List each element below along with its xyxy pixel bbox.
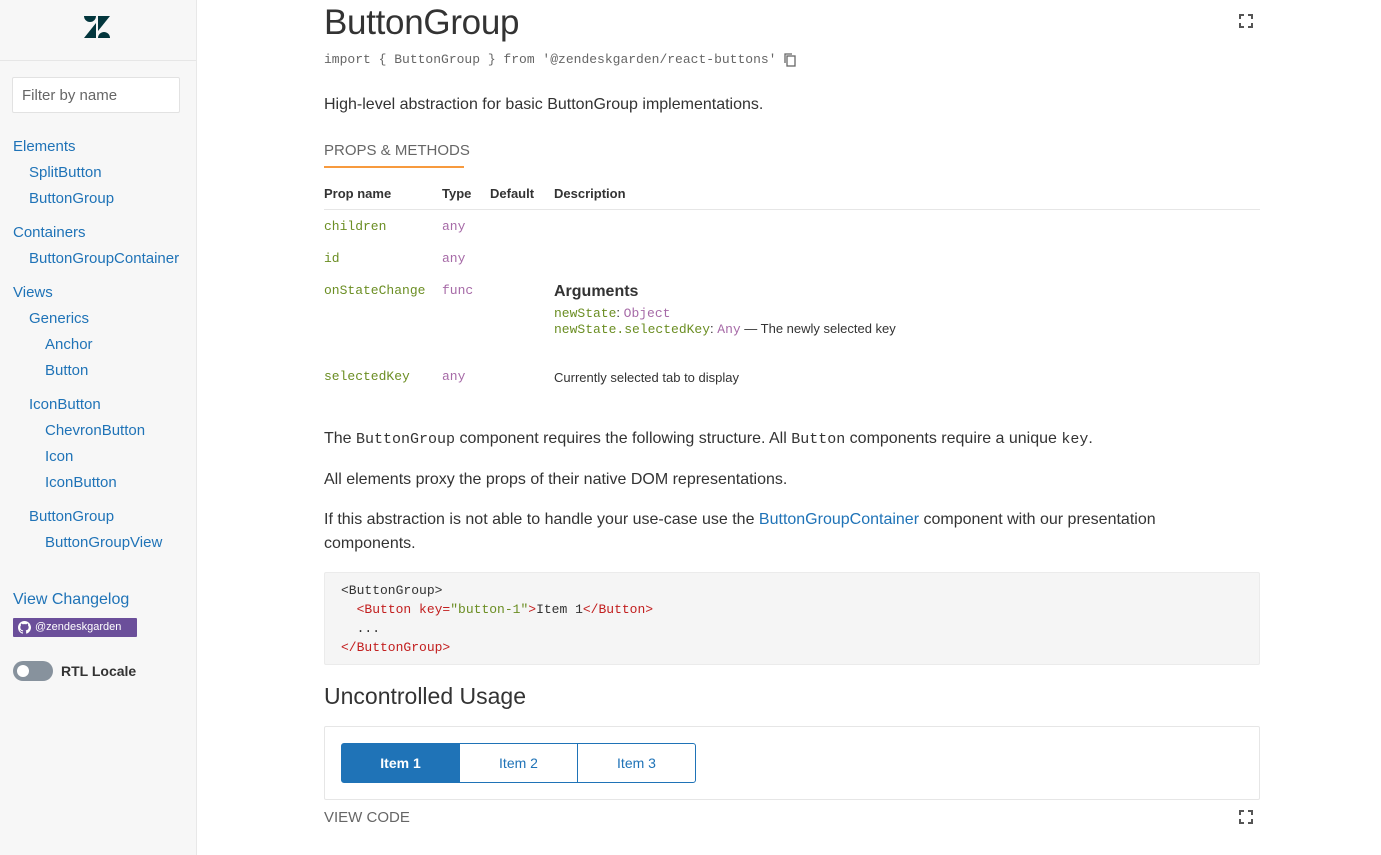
tab-active-indicator <box>324 166 464 168</box>
arg-description: — The newly selected key <box>740 321 896 336</box>
sidebar-item-buttongroupview[interactable]: ButtonGroupView <box>45 534 162 551</box>
abstraction-paragraph: If this abstraction is not able to handl… <box>324 511 1156 552</box>
proxy-paragraph: All elements proxy the props of their na… <box>324 471 788 488</box>
column-header-prop-name: Prop name <box>324 186 392 201</box>
prop-name-children: children <box>324 219 387 234</box>
argument-line: newState: Object <box>554 305 671 321</box>
toggle-knob <box>17 665 29 677</box>
main-content: ButtonGroup import { ButtonGroup } from … <box>197 0 1381 855</box>
section-title-uncontrolled-usage: Uncontrolled Usage <box>324 683 527 709</box>
structure-paragraph: The ButtonGroup component requires the f… <box>324 430 1093 448</box>
sidebar-item-containers[interactable]: Containers <box>13 224 86 241</box>
button-item-2[interactable]: Item 2 <box>459 743 578 783</box>
filter-input[interactable] <box>12 77 180 113</box>
sidebar-item-chevronbutton[interactable]: ChevronButton <box>45 422 145 439</box>
code-line: ... <box>356 621 381 636</box>
sidebar-item-views[interactable]: Views <box>13 284 53 301</box>
buttongroupcontainer-link[interactable]: ButtonGroupContainer <box>759 511 919 528</box>
sidebar-item-splitbutton[interactable]: SplitButton <box>29 164 102 181</box>
sidebar: Elements SplitButton ButtonGroup Contain… <box>0 0 197 855</box>
code-line: <ButtonGroup> <box>341 583 443 598</box>
prop-name-selectedkey: selectedKey <box>324 369 410 384</box>
zendesk-logo-icon[interactable] <box>84 16 110 38</box>
column-header-description: Description <box>554 186 626 201</box>
prop-type-children: any <box>442 219 466 234</box>
github-icon <box>18 621 31 634</box>
column-header-default: Default <box>490 186 535 201</box>
sidebar-item-anchor[interactable]: Anchor <box>45 336 93 353</box>
sidebar-item-buttongroupcontainer[interactable]: ButtonGroupContainer <box>29 250 179 267</box>
code-line: </ButtonGroup> <box>341 640 451 655</box>
copy-icon[interactable] <box>784 53 796 67</box>
table-divider <box>324 209 1260 210</box>
fullscreen-icon[interactable] <box>1239 810 1253 824</box>
argument-line: newState.selectedKey: Any — The newly se… <box>554 321 896 337</box>
view-code-toggle[interactable]: VIEW CODE <box>324 809 410 826</box>
prop-type-onstatechange: func <box>442 283 474 298</box>
import-statement: import { ButtonGroup } from '@zendeskgar… <box>324 52 777 67</box>
page-title: ButtonGroup <box>324 3 520 42</box>
prop-name-id: id <box>324 251 340 266</box>
button-item-3[interactable]: Item 3 <box>577 743 696 783</box>
prop-description-selectedkey: Currently selected tab to display <box>554 370 739 385</box>
github-badge-label: @zendeskgarden <box>35 621 122 633</box>
sidebar-item-elements[interactable]: Elements <box>13 138 76 155</box>
arg-name: newState <box>554 306 617 321</box>
github-badge[interactable]: @zendeskgarden <box>13 618 137 637</box>
prop-name-onstatechange: onStateChange <box>324 283 426 298</box>
arg-type: Any <box>717 322 741 337</box>
inline-code: key <box>1061 431 1089 448</box>
inline-code: Button <box>791 431 846 448</box>
arg-type: Object <box>623 306 671 321</box>
sidebar-item-iconbutton[interactable]: IconButton <box>45 474 117 491</box>
sidebar-item-buttongroup[interactable]: ButtonGroup <box>29 190 114 207</box>
button-item-1[interactable]: Item 1 <box>341 743 460 783</box>
code-line: <Button key="button-1">Item 1</Button> <box>356 602 654 617</box>
sidebar-item-button[interactable]: Button <box>45 362 88 379</box>
sidebar-item-icon[interactable]: Icon <box>45 448 73 465</box>
sidebar-item-iconbutton-group[interactable]: IconButton <box>29 396 101 413</box>
inline-code: ButtonGroup <box>356 431 456 448</box>
prop-type-id: any <box>442 251 466 266</box>
rtl-toggle[interactable] <box>13 661 53 681</box>
code-block: <ButtonGroup> <Button key="button-1">Ite… <box>324 572 1260 665</box>
prop-type-selectedkey: any <box>442 369 466 384</box>
column-header-type: Type <box>442 186 472 201</box>
sidebar-item-buttongroup-views[interactable]: ButtonGroup <box>29 508 114 525</box>
example-preview: Item 1 Item 2 Item 3 <box>324 726 1260 800</box>
arg-name: newState.selectedKey <box>554 322 711 337</box>
logo-header <box>0 0 196 61</box>
button-group: Item 1 Item 2 Item 3 <box>341 743 696 783</box>
arguments-heading: Arguments <box>554 283 639 300</box>
fullscreen-icon[interactable] <box>1239 14 1253 28</box>
component-description: High-level abstraction for basic ButtonG… <box>324 96 764 113</box>
sidebar-item-generics[interactable]: Generics <box>29 310 89 327</box>
tab-props-methods[interactable]: PROPS & METHODS <box>324 142 470 159</box>
rtl-locale-label: RTL Locale <box>61 663 137 679</box>
view-changelog-link[interactable]: View Changelog <box>13 591 129 609</box>
